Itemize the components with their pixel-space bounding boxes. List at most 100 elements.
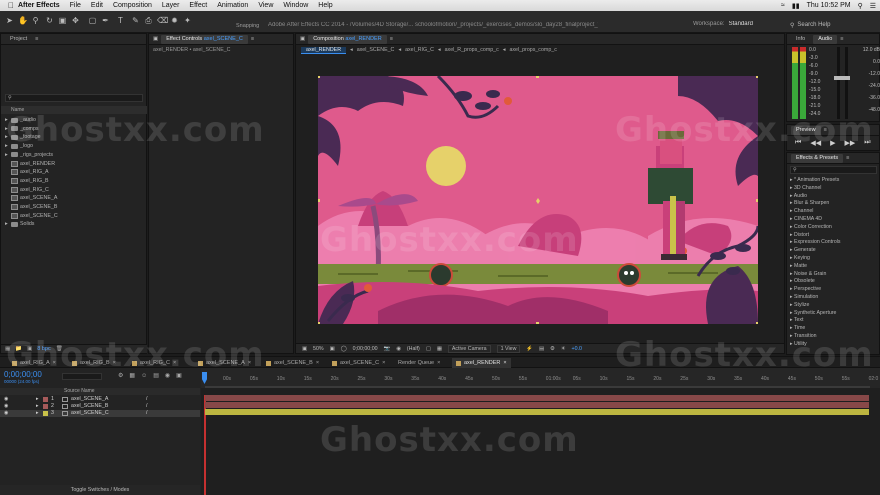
effects-category[interactable]: ▸ Transition (790, 333, 817, 341)
safe-zones-icon[interactable]: ▣ (330, 346, 335, 352)
project-item[interactable]: ▸ _footage (5, 133, 145, 141)
effects-category[interactable]: ▸ * Animation Presets (790, 177, 839, 185)
menu-file[interactable]: File (70, 2, 81, 9)
visibility-eye-icon[interactable]: ◉ (4, 410, 8, 416)
camera-tool-icon[interactable]: ▣ (58, 16, 67, 25)
disclosure-arrow-icon[interactable]: ▸ (5, 134, 9, 140)
zoom-dropdown[interactable]: 50% (313, 346, 324, 352)
layer-3-bar[interactable] (205, 409, 869, 415)
first-frame-icon[interactable]: ⏮ (795, 139, 801, 147)
battery-icon[interactable]: ▮▮ (792, 2, 800, 10)
effects-category[interactable]: ▸ Simulation (790, 294, 818, 302)
project-search-input[interactable]: ⚲ (5, 94, 143, 102)
graph-editor-icon[interactable]: ▣ (176, 372, 182, 379)
type-tool-icon[interactable]: T (116, 16, 125, 25)
breadcrumb-axel-scene-c[interactable]: axel_SCENE_C (357, 47, 395, 53)
pen-tool-icon[interactable]: ✒ (101, 16, 110, 25)
timeline-tab[interactable]: axel_RIG_C × (132, 358, 176, 368)
effects-category[interactable]: ▸ Utility (790, 341, 807, 349)
close-icon[interactable]: × (382, 360, 385, 366)
project-item[interactable]: axel_SCENE_C (5, 212, 145, 220)
snapping-label[interactable]: Snapping (236, 23, 259, 29)
effects-category[interactable]: ▸ Audio (790, 193, 807, 201)
effects-category[interactable]: ▸ Expression Controls (790, 239, 840, 247)
effects-category[interactable]: ▸ Stylize (790, 302, 809, 310)
project-item[interactable]: ▸ _logo (5, 142, 145, 150)
disclosure-arrow-icon[interactable]: ▸ (5, 143, 9, 149)
effects-category[interactable]: ▸ Perspective (790, 286, 821, 294)
layer-name[interactable]: axel_SCENE_A (71, 396, 108, 402)
disclosure-arrow-icon[interactable]: ▸ (5, 152, 9, 158)
disclosure-arrow-icon[interactable]: ▸ (36, 396, 39, 402)
fast-preview-icon[interactable]: ⚡ (526, 346, 533, 352)
rectangle-tool-icon[interactable]: ▢ (88, 16, 97, 25)
draft-3d-icon[interactable]: ▦ (129, 372, 135, 379)
effects-category[interactable]: ▸ Text (790, 317, 803, 325)
menu-view[interactable]: View (258, 2, 273, 9)
tab-info[interactable]: Info (791, 35, 810, 44)
project-column-header[interactable]: Name (1, 106, 147, 114)
menu-app-name[interactable]: After Effects (18, 2, 60, 9)
comp-mini-flowchart-icon[interactable]: ⚙ (118, 372, 123, 379)
layer-name[interactable]: axel_SCENE_B (71, 403, 108, 409)
disclosure-arrow-icon[interactable]: ▸ (5, 117, 9, 123)
bpc-button[interactable]: 8 bpc (37, 346, 50, 352)
breadcrumb-axel-props[interactable]: axel_props_comp_c (509, 47, 556, 53)
tab-composition[interactable]: Composition axel_RENDER (308, 34, 387, 44)
timeline-current-time[interactable]: 0;00;00;00 (4, 370, 42, 379)
menu-window[interactable]: Window (283, 2, 308, 9)
last-frame-icon[interactable]: ⏭ (864, 139, 870, 147)
transparency-grid-icon[interactable]: ▦ (437, 346, 442, 352)
timeline-tab[interactable]: axel_RENDER × (452, 358, 511, 368)
composition-viewer[interactable] (318, 76, 758, 324)
layer-row[interactable]: ◉ ▸ 1 axel_SCENE_A / (0, 396, 200, 403)
project-item[interactable]: axel_SCENE_B (5, 203, 145, 211)
visibility-eye-icon[interactable]: ◉ (4, 396, 8, 402)
effects-category[interactable]: ▸ Distort (790, 232, 809, 240)
effects-search-input[interactable]: ⚲ (790, 166, 877, 174)
layer-label-color[interactable] (43, 397, 48, 402)
close-icon[interactable]: × (173, 360, 176, 366)
layer-2-bar[interactable] (205, 402, 869, 408)
effects-category[interactable]: ▸ Obsolete (790, 278, 815, 286)
roto-brush-tool-icon[interactable]: ✹ (170, 16, 179, 25)
shy-icon[interactable]: ☺ (141, 373, 147, 379)
effects-category[interactable]: ▸ Color Correction (790, 224, 832, 232)
timeline-tab[interactable]: axel_RIG_B × (72, 358, 116, 368)
tab-effect-controls[interactable]: Effect Controls axel_SCENE_C (161, 34, 248, 44)
region-of-interest-icon[interactable]: ▢ (426, 346, 431, 352)
breadcrumb-axel-render[interactable]: axel_RENDER (301, 46, 347, 54)
column-source-name[interactable]: Source Name (64, 388, 95, 395)
close-icon[interactable]: × (503, 360, 506, 366)
timeline-tab[interactable]: axel_SCENE_C × (332, 358, 385, 368)
prev-frame-icon[interactable]: ◀◀ (810, 139, 821, 147)
play-icon[interactable]: ▶ (830, 139, 835, 147)
tab-preview[interactable]: Preview (791, 125, 821, 135)
visibility-eye-icon[interactable]: ◉ (4, 403, 8, 409)
panel-menu-icon[interactable]: ≡ (824, 127, 827, 133)
timeline-tab[interactable]: axel_RIG_A × (12, 358, 56, 368)
work-area-bar[interactable] (205, 386, 870, 388)
effects-category[interactable]: ▸ Matte (790, 263, 807, 271)
exposure-value[interactable]: +0.0 (572, 346, 582, 352)
new-comp-icon[interactable]: ▣ (27, 346, 32, 352)
snapshot-icon[interactable]: 📷 (384, 346, 391, 352)
layer-row[interactable]: ◉ ▸ 3 axel_SCENE_C / (0, 410, 200, 417)
timeline-icon[interactable]: ▤ (539, 346, 544, 352)
tab-audio[interactable]: Audio (813, 34, 838, 44)
menu-layer[interactable]: Layer (162, 2, 180, 9)
disclosure-arrow-icon[interactable]: ▸ (5, 221, 9, 227)
workspace-selector[interactable]: Workspace: Standard (693, 21, 753, 27)
current-timecode[interactable]: 0;00;00;00 (353, 346, 378, 352)
timeline-search-input[interactable] (62, 373, 102, 380)
effects-category[interactable]: ▸ Blur & Sharpen (790, 200, 829, 208)
project-item[interactable]: axel_SCENE_A (5, 194, 145, 202)
menu-animation[interactable]: Animation (217, 2, 248, 9)
next-frame-icon[interactable]: ▶▶ (844, 139, 855, 147)
disclosure-arrow-icon[interactable]: ▸ (36, 403, 39, 409)
panel-menu-icon[interactable]: ≡ (846, 155, 849, 161)
lock-icon[interactable]: ▣ (153, 36, 158, 42)
interpret-footage-icon[interactable]: ▦ (5, 346, 10, 352)
quality-switch-icon[interactable]: / (146, 403, 147, 409)
timeline-tab[interactable]: Render Queue × (398, 358, 440, 368)
